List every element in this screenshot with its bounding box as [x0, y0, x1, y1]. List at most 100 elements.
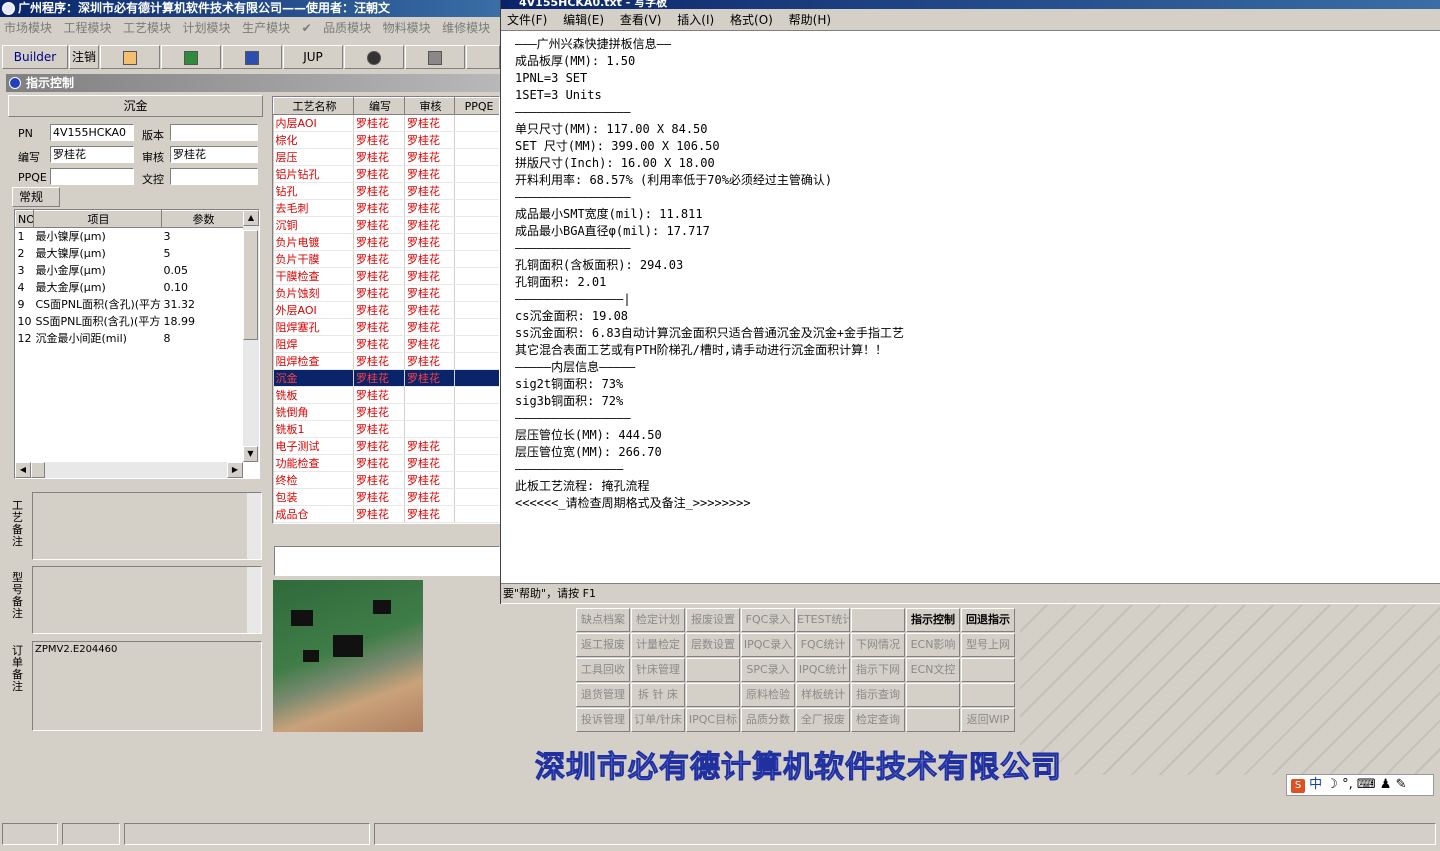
preview-button[interactable] [344, 45, 404, 69]
process-row[interactable]: 去毛刺 罗桂花 罗桂花 [273, 199, 499, 217]
quality-button[interactable] [851, 608, 905, 632]
quality-button[interactable]: 指示控制 [906, 608, 960, 632]
quality-button[interactable]: 原料检验 [741, 683, 795, 707]
version-field[interactable] [170, 124, 258, 141]
quality-button[interactable]: 返回WIP [961, 708, 1015, 732]
builder-button[interactable]: Builder [2, 45, 68, 69]
reviewer-field[interactable]: 罗桂花 [170, 146, 258, 163]
quality-button[interactable]: 计量检定 [631, 633, 685, 657]
process-row[interactable]: 铝片钻孔 罗桂花 罗桂花 [273, 165, 499, 183]
ime-lang[interactable]: 中 [1309, 777, 1322, 792]
quality-button[interactable]: 指示下网 [851, 658, 905, 682]
process-row[interactable]: 沉金 罗桂花 罗桂花 [273, 369, 499, 387]
quality-button[interactable]: 报废设置 [686, 608, 740, 632]
quality-button[interactable] [906, 708, 960, 732]
user-icon[interactable]: ♟ [1380, 777, 1392, 792]
word-button[interactable] [222, 45, 282, 69]
module-process[interactable]: 工艺模块 [119, 17, 175, 38]
quality-button[interactable]: 全厂报废 [796, 708, 850, 732]
menu-file[interactable]: 文件(F) [501, 9, 553, 31]
params-vscrollbar[interactable]: ▲ ▼ [243, 210, 259, 462]
remarks-scrollbar[interactable] [247, 493, 261, 559]
process-row[interactable]: 负片干膜 罗桂花 罗桂花 [273, 250, 499, 268]
process-row[interactable]: 终检 罗桂花 罗桂花 [273, 471, 499, 489]
ppqe-field[interactable] [50, 168, 134, 185]
menu-view[interactable]: 查看(V) [614, 9, 668, 31]
table-row[interactable]: 1 最小镍厚(μm) 3 [16, 228, 244, 245]
report-button[interactable] [100, 45, 160, 69]
quality-button[interactable]: 投诉管理 [576, 708, 630, 732]
quality-button[interactable]: ETEST统计 [796, 608, 850, 632]
process-row[interactable]: 层压 罗桂花 罗桂花 [273, 148, 499, 166]
ime-toolbar[interactable]: S 中 ☽ °, ⌨ ♟ ✎ [1286, 774, 1434, 796]
quality-button[interactable]: 拆 针 床 [631, 683, 685, 707]
quality-button[interactable]: FQC录入 [741, 608, 795, 632]
quality-button[interactable]: 返工报废 [576, 633, 630, 657]
model-remarks-scrollbar[interactable] [247, 567, 261, 633]
editor-field[interactable]: 罗桂花 [50, 146, 134, 163]
model-remarks-field[interactable] [32, 566, 262, 634]
module-material[interactable]: 物料模块 [379, 17, 435, 38]
table-row[interactable]: 12 沉金最小间距(mil) 8 [16, 330, 244, 347]
quality-button[interactable]: 工具回收 [576, 658, 630, 682]
more-button[interactable] [466, 45, 500, 69]
hscroll-thumb[interactable] [31, 462, 45, 478]
process-remarks-field[interactable] [32, 492, 262, 560]
module-plan[interactable]: 计划模块 [179, 17, 235, 38]
quality-button[interactable] [686, 658, 740, 682]
jup-button[interactable]: JUP [283, 45, 343, 69]
process-row[interactable]: 功能检查 罗桂花 罗桂花 [273, 454, 499, 472]
table-row[interactable]: 9 CS面PNL面积(含孔)(平方 31.32 [16, 296, 244, 313]
doc-control-field[interactable] [170, 168, 258, 185]
quality-button[interactable]: IPQC录入 [741, 633, 795, 657]
scroll-up-icon[interactable]: ▲ [243, 210, 259, 226]
scroll-down-icon[interactable]: ▼ [243, 446, 258, 462]
process-row[interactable]: 负片电镀 罗桂花 罗桂花 [273, 233, 499, 251]
module-maintenance[interactable]: 维修模块 [438, 17, 494, 38]
quality-button[interactable]: ECN影响 [906, 633, 960, 657]
process-row[interactable]: 铣板 罗桂花 [273, 386, 499, 404]
moon-icon[interactable]: ☽ [1326, 777, 1338, 792]
process-row[interactable]: 沉铜 罗桂花 罗桂花 [273, 216, 499, 234]
process-row[interactable]: 阻焊 罗桂花 罗桂花 [273, 335, 499, 353]
module-engineering[interactable]: 工程模块 [60, 17, 116, 38]
process-row[interactable]: 棕化 罗桂花 罗桂花 [273, 131, 499, 149]
order-remarks-field[interactable]: ZPMV2.E204460 [32, 641, 262, 731]
menu-format[interactable]: 格式(O) [724, 9, 779, 31]
table-row[interactable]: 4 最大金厚(μm) 0.10 [16, 279, 244, 296]
quality-button[interactable]: 样板统计 [796, 683, 850, 707]
quality-button[interactable] [961, 658, 1015, 682]
quality-button[interactable]: 退货管理 [576, 683, 630, 707]
process-row[interactable]: 阻焊塞孔 罗桂花 罗桂花 [273, 318, 499, 336]
table-row[interactable]: 3 最小金厚(μm) 0.05 [16, 262, 244, 279]
process-row[interactable]: 阻焊检查 罗桂花 罗桂花 [273, 352, 499, 370]
process-row[interactable]: 外层AOI 罗桂花 罗桂花 [273, 301, 499, 319]
menu-insert[interactable]: 插入(I) [671, 9, 720, 31]
module-quality[interactable]: 品质模块 [319, 17, 375, 38]
table-row[interactable]: 2 最大镍厚(μm) 5 [16, 245, 244, 262]
quality-button[interactable]: ECN文控 [906, 658, 960, 682]
process-row[interactable]: 钻孔 罗桂花 罗桂花 [273, 182, 499, 200]
excel-button[interactable] [161, 45, 221, 69]
menu-edit[interactable]: 编辑(E) [557, 9, 610, 31]
module-market[interactable]: 市场模块 [0, 17, 56, 38]
process-row[interactable]: 铣板1 罗桂花 [273, 420, 499, 438]
database-button[interactable] [405, 45, 465, 69]
process-row[interactable]: 包装 罗桂花 罗桂花 [273, 488, 499, 506]
quality-button[interactable]: 针床管理 [631, 658, 685, 682]
table-row[interactable]: 10 SS面PNL面积(含孔)(平方 18.99 [16, 313, 244, 330]
keyboard-icon[interactable]: ⌨ [1357, 777, 1376, 792]
quality-button[interactable]: 回退指示 [961, 608, 1015, 632]
wrench-icon[interactable]: ✎ [1396, 777, 1407, 792]
process-row[interactable]: 干膜检查 罗桂花 罗桂花 [273, 267, 499, 285]
quality-button[interactable]: 下网情况 [851, 633, 905, 657]
quality-button[interactable]: 检定计划 [631, 608, 685, 632]
quality-button[interactable] [686, 683, 740, 707]
punctuation-icon[interactable]: °, [1342, 777, 1353, 792]
quality-button[interactable]: 品质分数 [741, 708, 795, 732]
menu-help[interactable]: 帮助(H) [783, 9, 837, 31]
process-row[interactable]: 铣倒角 罗桂花 [273, 403, 499, 421]
process-row[interactable]: 成品仓 罗桂花 罗桂花 [273, 505, 499, 523]
params-hscrollbar[interactable]: ◀ ▶ [15, 462, 243, 478]
quality-button[interactable]: 指示查询 [851, 683, 905, 707]
